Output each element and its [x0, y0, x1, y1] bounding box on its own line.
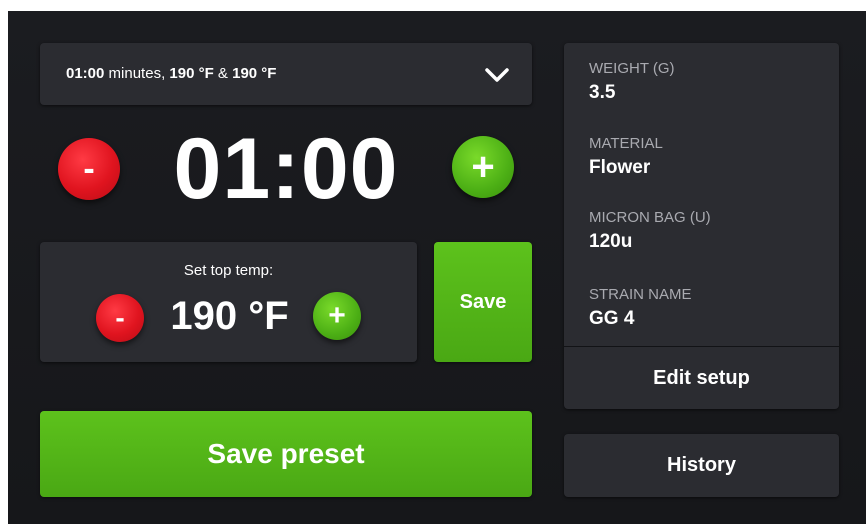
material-label: MATERIAL: [589, 135, 663, 152]
preset-joiner: &: [213, 65, 233, 82]
history-button[interactable]: History: [564, 434, 839, 497]
strain-name-label: STRAIN NAME: [589, 286, 692, 303]
top-temp-value: 190 °F: [170, 294, 289, 338]
increase-temp-button[interactable]: +: [313, 292, 361, 340]
edit-setup-button[interactable]: Edit setup: [564, 346, 839, 409]
weight-value: 3.5: [589, 82, 616, 103]
time-display: 01:00: [173, 121, 399, 217]
top-temp-panel: Set top temp: - 190 °F +: [40, 242, 417, 362]
decrease-temp-button[interactable]: -: [96, 294, 144, 342]
preset-bottom-temp: 190 °F: [232, 65, 277, 82]
preset-time-unit: minutes,: [104, 65, 170, 82]
weight-label: WEIGHT (G): [589, 60, 675, 77]
save-temp-button[interactable]: Save: [434, 242, 532, 362]
press-control-screen: 01:00 minutes, 190 °F & 190 °F - 01:00 +…: [8, 11, 866, 524]
strain-name-info: STRAIN NAME GG 4: [589, 286, 692, 330]
chevron-down-icon[interactable]: [484, 62, 510, 88]
micron-bag-value: 120u: [589, 231, 633, 252]
preset-top-temp: 190 °F: [169, 65, 214, 82]
preset-summary: 01:00 minutes, 190 °F & 190 °F: [66, 43, 276, 105]
micron-bag-label: MICRON BAG (U): [589, 209, 711, 226]
save-preset-button[interactable]: Save preset: [40, 411, 532, 497]
micron-bag-info: MICRON BAG (U) 120u: [589, 209, 711, 253]
preset-dropdown[interactable]: 01:00 minutes, 190 °F & 190 °F: [40, 43, 532, 105]
decrease-time-button[interactable]: -: [58, 138, 120, 200]
weight-info: WEIGHT (G) 3.5: [589, 60, 675, 104]
strain-name-value: GG 4: [589, 308, 635, 329]
setup-info-panel: WEIGHT (G) 3.5 MATERIAL Flower MICRON BA…: [564, 43, 839, 409]
material-info: MATERIAL Flower: [589, 135, 663, 179]
top-temp-label: Set top temp:: [183, 262, 274, 279]
increase-time-button[interactable]: +: [452, 136, 514, 198]
preset-time: 01:00: [66, 65, 105, 82]
material-value: Flower: [589, 157, 651, 178]
